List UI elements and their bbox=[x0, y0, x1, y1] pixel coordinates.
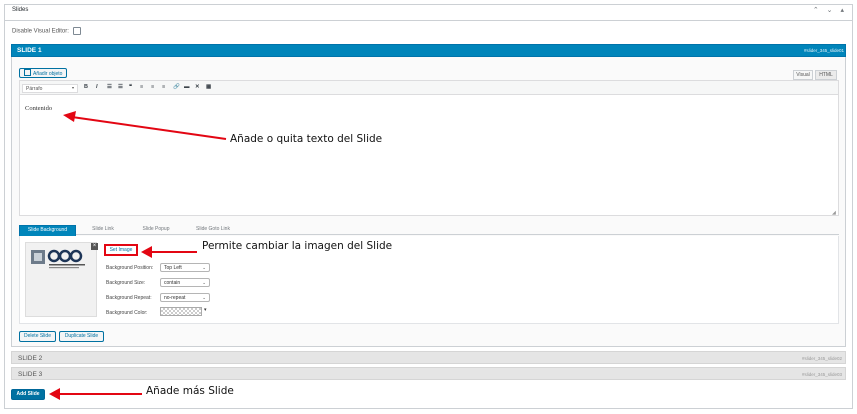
annotation-arrows bbox=[49, 111, 227, 400]
annotation-more-slides: Añade más Slide bbox=[146, 385, 234, 397]
annotation-text: Añade o quita texto del Slide bbox=[230, 133, 383, 145]
annotation-image: Permite cambiar la imagen del Slide bbox=[202, 240, 393, 252]
